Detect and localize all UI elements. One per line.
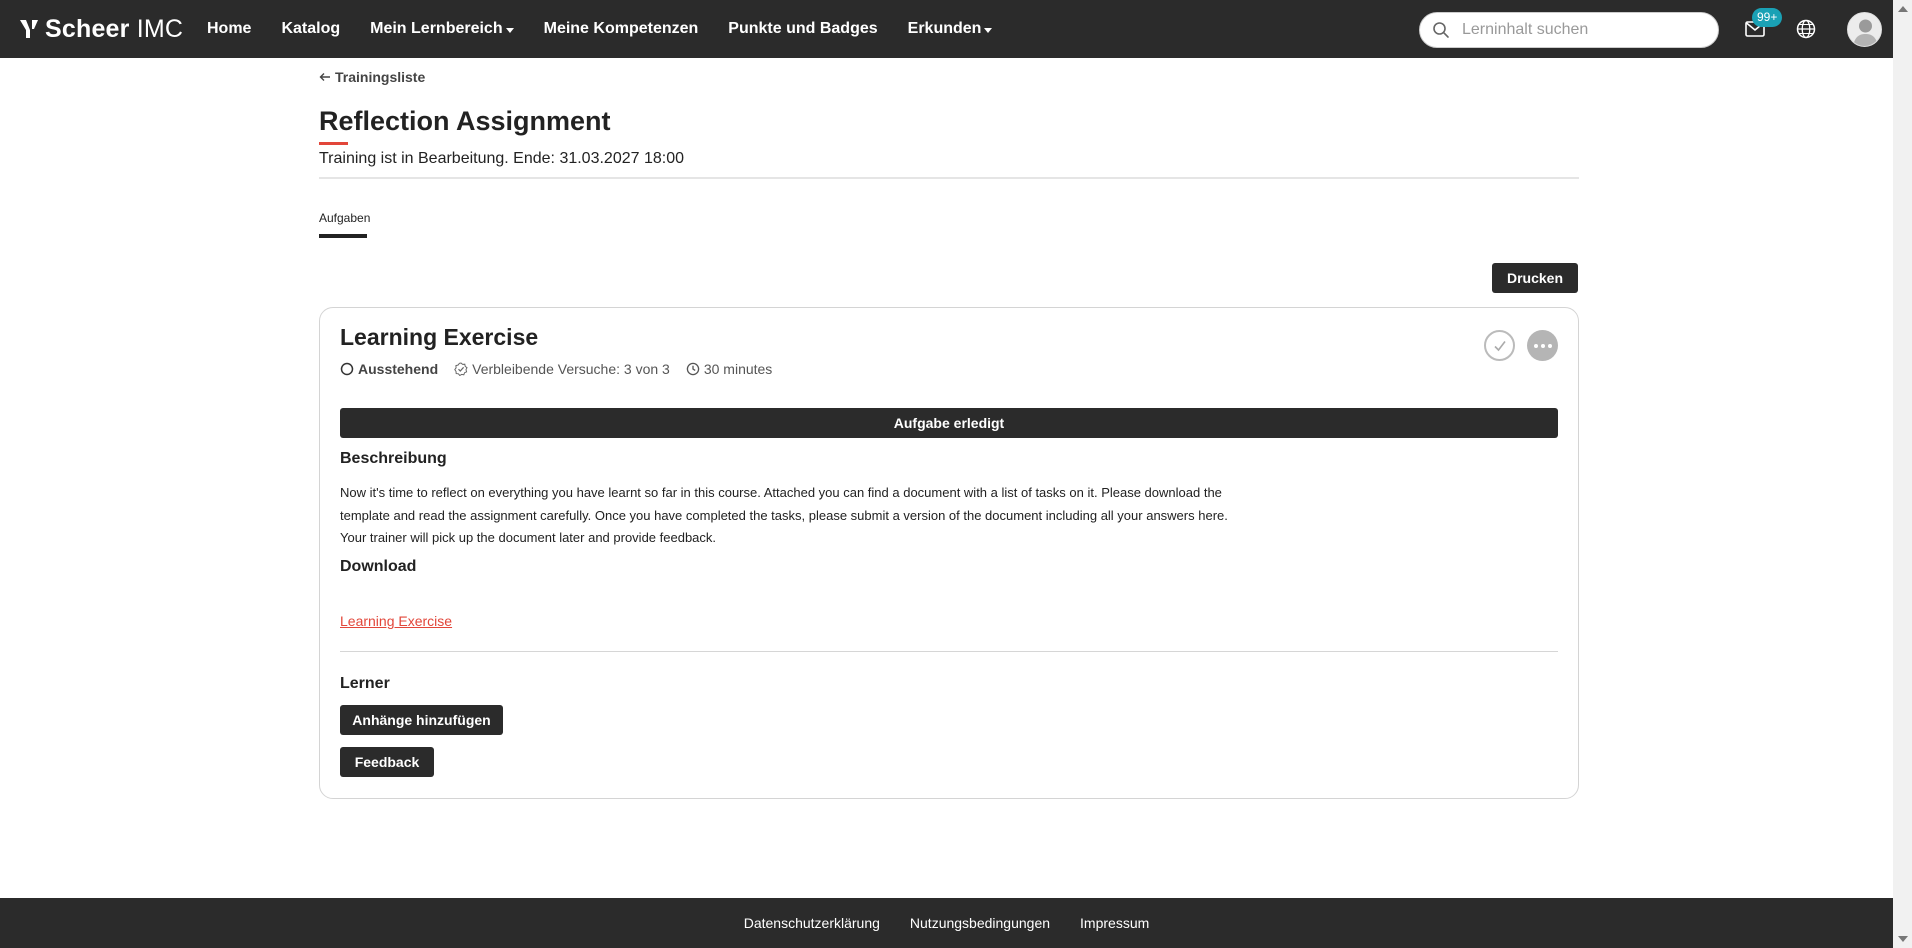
learner-heading: Lerner [340,675,390,692]
nav-item-label: Erkunden [907,20,982,37]
description-line: Now it's time to reflect on everything y… [340,485,1222,500]
task-title: Learning Exercise [340,324,539,350]
task-duration: 30 minutes [686,361,772,377]
user-avatar[interactable] [1847,12,1882,47]
nav-item-mein-lernbereich[interactable]: Mein Lernbereich [370,20,514,38]
check-circle-icon [1493,340,1506,351]
caret-down-icon [984,27,993,33]
main-nav: Home Katalog Mein Lernbereich Meine Komp… [207,0,1022,58]
clock-icon [686,362,700,376]
description-line: Your trainer will pick up the document l… [340,530,717,545]
footer-link-imprint[interactable]: Impressum [1080,915,1149,931]
nav-item-erkunden[interactable]: Erkunden [908,20,993,38]
caret-down-icon [505,27,514,33]
notification-count-badge: 99+ [1752,8,1783,27]
page-scrollbar[interactable] [1893,0,1912,948]
task-description: Now it's time to reflect on everything y… [340,482,1260,550]
description-line: template and read the assignment careful… [340,507,1228,523]
card-divider [340,651,1558,652]
nav-item-punkte-und-badges[interactable]: Punkte und Badges [728,20,877,38]
task-attempts: Verbleibende Versuche: 3 von 3 [454,361,670,377]
search-box [1419,12,1719,48]
task-attempts-label: Verbleibende Versuche: 3 von 3 [472,361,670,377]
brand-name: Scheer IMC [45,15,183,44]
arrow-left-icon [319,73,330,81]
brand-logo-icon [20,20,38,38]
add-attachments-button[interactable]: Anhänge hinzufügen [340,705,503,735]
download-heading: Download [340,558,417,575]
training-status-text: Training ist in Bearbeitung. Ende: 31.03… [319,150,684,167]
nav-item-label: Punkte und Badges [728,20,878,37]
task-meta: Ausstehend Verbleibende Versuche: 3 von … [340,361,788,377]
feedback-button[interactable]: Feedback [340,747,434,777]
nav-item-label: Mein Lernbereich [370,20,503,37]
task-duration-label: 30 minutes [703,361,773,377]
brand-logo[interactable]: Scheer IMC [19,14,183,44]
check-badge-icon [454,362,468,376]
back-link-label: Trainingsliste [335,69,426,85]
more-icon-dot [1547,343,1552,348]
brand-name-thin: IMC [136,14,184,43]
top-navigation-bar: Scheer IMC Home Katalog Mein Lernbereich… [0,0,1893,58]
nav-item-home[interactable]: Home [207,20,251,38]
more-icon-dot [1540,343,1545,348]
mark-complete-button[interactable] [1484,330,1515,361]
footer-link-privacy[interactable]: Datenschutzerklärung [744,915,880,931]
more-options-button[interactable] [1527,330,1558,361]
search-input[interactable] [1462,21,1702,39]
active-tab-indicator [319,234,367,238]
task-card: Learning Exercise Ausstehend Verbleibend… [319,307,1579,799]
more-icon-dot [1533,343,1538,348]
scroll-up-arrow-icon[interactable] [1898,6,1908,12]
nav-item-katalog[interactable]: Katalog [281,20,340,38]
circle-icon [340,362,354,376]
download-file-link[interactable]: Learning Exercise [340,613,452,629]
tab-aufgaben[interactable]: Aufgaben [319,211,370,225]
task-state-label: Ausstehend [358,361,439,377]
footer-link-terms[interactable]: Nutzungsbedingungen [910,915,1050,931]
user-avatar-icon [1848,13,1881,46]
title-accent-bar [319,142,348,145]
brand-name-bold: Scheer [45,14,130,43]
header-divider [319,177,1579,179]
nav-item-label: Home [207,20,252,37]
page-title: Reflection Assignment [319,106,611,136]
task-done-button[interactable]: Aufgabe erledigt [340,408,1558,438]
task-state: Ausstehend [340,361,438,377]
scroll-down-arrow-icon[interactable] [1898,936,1908,942]
app-root: Scheer IMC Home Katalog Mein Lernbereich… [0,0,1912,948]
nav-item-label: Meine Kompetenzen [543,20,699,37]
description-heading: Beschreibung [340,450,447,467]
print-button[interactable]: Drucken [1492,263,1578,293]
globe-icon[interactable] [1795,18,1817,40]
nav-item-meine-kompetenzen[interactable]: Meine Kompetenzen [544,20,699,38]
nav-item-label: Katalog [281,20,341,37]
back-to-training-list-link[interactable]: Trainingsliste [319,69,425,85]
search-icon [1433,22,1449,38]
page-footer: Datenschutzerklärung Nutzungsbedingungen… [0,898,1893,948]
